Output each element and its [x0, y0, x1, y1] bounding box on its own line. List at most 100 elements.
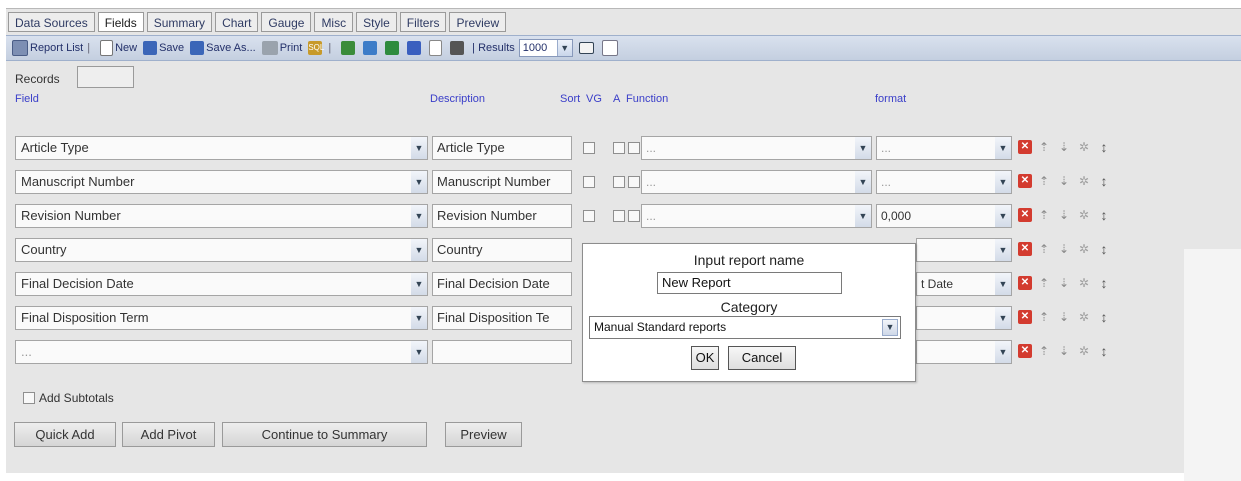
move-up-icon[interactable]: ⇡ [1037, 242, 1051, 256]
gear-icon[interactable]: ✲ [1077, 310, 1091, 324]
field-select[interactable]: ... ▼ [15, 340, 428, 364]
save-as-button[interactable]: Save As... [190, 41, 256, 55]
description-input[interactable]: Country [432, 238, 572, 262]
move-down-icon[interactable]: ⇣ [1057, 276, 1071, 290]
drag-handle-icon[interactable]: ↕ [1097, 344, 1111, 358]
cancel-button[interactable]: Cancel [728, 346, 796, 370]
drag-handle-icon[interactable]: ↕ [1097, 208, 1111, 222]
format-select[interactable]: ... ▼ [876, 136, 1012, 160]
drag-handle-icon[interactable]: ↕ [1097, 276, 1111, 290]
format-select[interactable]: ▼ [916, 340, 1012, 364]
add-subtotals-checkbox[interactable] [23, 392, 35, 404]
report-list-button[interactable]: Report List [12, 40, 83, 56]
tab-preview[interactable]: Preview [449, 12, 507, 32]
move-down-icon[interactable]: ⇣ [1057, 344, 1071, 358]
a-checkbox[interactable] [628, 176, 640, 188]
tab-style[interactable]: Style [356, 12, 397, 32]
sort-checkbox[interactable] [583, 210, 595, 222]
field-select[interactable]: Manuscript Number ▼ [15, 170, 428, 194]
move-up-icon[interactable]: ⇡ [1037, 310, 1051, 324]
tab-gauge[interactable]: Gauge [261, 12, 312, 32]
drag-handle-icon[interactable]: ↕ [1097, 174, 1111, 188]
delete-icon[interactable]: ✕ [1018, 208, 1032, 222]
delete-icon[interactable]: ✕ [1018, 276, 1032, 290]
chart-export-button[interactable] [363, 41, 379, 55]
move-up-icon[interactable]: ⇡ [1037, 174, 1051, 188]
gear-icon[interactable]: ✲ [1077, 276, 1091, 290]
vg-checkbox[interactable] [613, 176, 625, 188]
sort-checkbox[interactable] [583, 176, 595, 188]
tab-fields[interactable]: Fields [97, 12, 144, 32]
add-subtotals-option[interactable]: Add Subtotals [23, 391, 114, 405]
gear-icon[interactable]: ✲ [1077, 344, 1091, 358]
report-name-input[interactable]: New Report [657, 272, 842, 294]
add-pivot-button[interactable]: Add Pivot [122, 422, 215, 447]
field-select[interactable]: Final Disposition Term ▼ [15, 306, 428, 330]
move-down-icon[interactable]: ⇣ [1057, 140, 1071, 154]
tab-summary[interactable]: Summary [146, 12, 213, 32]
delete-icon[interactable]: ✕ [1018, 174, 1032, 188]
move-up-icon[interactable]: ⇡ [1037, 140, 1051, 154]
function-select[interactable]: ... ▼ [641, 136, 872, 160]
ok-button[interactable]: OK [691, 346, 719, 370]
description-input[interactable]: Revision Number [432, 204, 572, 228]
records-input[interactable] [77, 66, 134, 88]
format-select[interactable]: ... ▼ [876, 170, 1012, 194]
preview-button[interactable]: Preview [445, 422, 522, 447]
function-select[interactable]: ... ▼ [641, 204, 872, 228]
description-input[interactable]: Manuscript Number [432, 170, 572, 194]
move-down-icon[interactable]: ⇣ [1057, 174, 1071, 188]
vg-checkbox[interactable] [613, 210, 625, 222]
gear-icon[interactable]: ✲ [1077, 174, 1091, 188]
export-excel-button[interactable] [341, 41, 357, 55]
sql-button[interactable]: SQL [308, 41, 324, 55]
results-select[interactable]: 1000 ▼ [518, 39, 573, 57]
format-select[interactable]: ▼ [916, 238, 1012, 262]
move-down-icon[interactable]: ⇣ [1057, 242, 1071, 256]
format-select[interactable]: t Date ▼ [916, 272, 1012, 296]
function-select[interactable]: ... ▼ [641, 170, 872, 194]
delete-icon[interactable]: ✕ [1018, 344, 1032, 358]
field-select[interactable]: Article Type ▼ [15, 136, 428, 160]
gear-icon[interactable]: ✲ [1077, 242, 1091, 256]
continue-to-summary-button[interactable]: Continue to Summary [222, 422, 427, 447]
tab-data-sources[interactable]: Data Sources [8, 12, 95, 32]
delete-icon[interactable]: ✕ [1018, 310, 1032, 324]
drag-handle-icon[interactable]: ↕ [1097, 242, 1111, 256]
drag-handle-icon[interactable]: ↕ [1097, 140, 1111, 154]
save-button[interactable]: Save [143, 41, 184, 55]
sort-checkbox[interactable] [583, 142, 595, 154]
delete-icon[interactable]: ✕ [1018, 242, 1032, 256]
drag-handle-icon[interactable]: ↕ [1097, 310, 1111, 324]
move-down-icon[interactable]: ⇣ [1057, 208, 1071, 222]
tab-misc[interactable]: Misc [314, 12, 354, 32]
tab-filters[interactable]: Filters [399, 12, 447, 32]
description-input[interactable]: Final Disposition Te [432, 306, 572, 330]
email-button[interactable] [578, 42, 596, 54]
database-button[interactable] [450, 41, 466, 55]
move-up-icon[interactable]: ⇡ [1037, 276, 1051, 290]
gear-icon[interactable]: ✲ [1077, 208, 1091, 222]
tab-chart[interactable]: Chart [215, 12, 259, 32]
gear-icon[interactable]: ✲ [1077, 140, 1091, 154]
field-select[interactable]: Revision Number ▼ [15, 204, 428, 228]
format-select[interactable]: 0,000 ▼ [876, 204, 1012, 228]
move-down-icon[interactable]: ⇣ [1057, 310, 1071, 324]
quick-add-button[interactable]: Quick Add [14, 422, 116, 447]
description-input[interactable]: Article Type [432, 136, 572, 160]
description-input[interactable] [432, 340, 572, 364]
print-button[interactable]: Print [261, 41, 302, 55]
new-button[interactable]: New [100, 40, 137, 56]
category-select[interactable]: Manual Standard reports ▼ [589, 316, 901, 339]
format-select[interactable]: ▼ [916, 306, 1012, 330]
calendar-button[interactable] [601, 40, 620, 56]
a-checkbox[interactable] [628, 142, 640, 154]
field-select[interactable]: Country ▼ [15, 238, 428, 262]
field-select[interactable]: Final Decision Date ▼ [15, 272, 428, 296]
description-input[interactable]: Final Decision Date [432, 272, 572, 296]
document-button[interactable] [429, 40, 444, 56]
word-button[interactable] [407, 41, 423, 55]
vg-checkbox[interactable] [613, 142, 625, 154]
a-checkbox[interactable] [628, 210, 640, 222]
delete-icon[interactable]: ✕ [1018, 140, 1032, 154]
